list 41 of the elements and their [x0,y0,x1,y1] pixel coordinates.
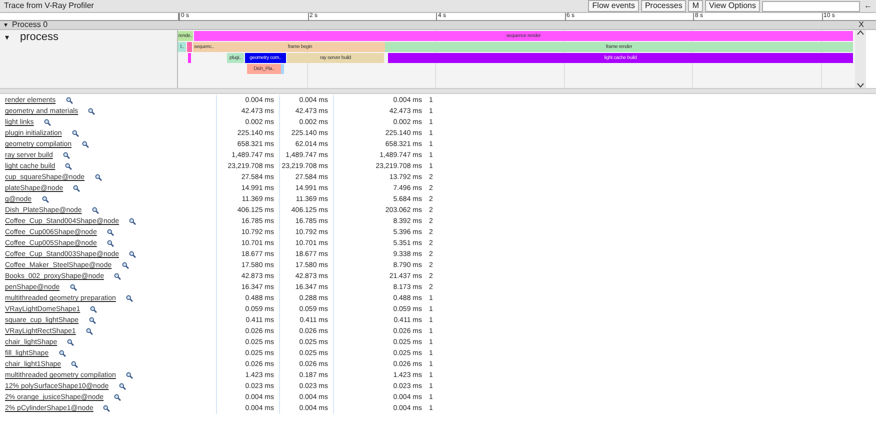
window-title: Trace from V-Ray Profiler [3,2,95,10]
toolbar-button[interactable]: M [688,0,703,12]
search-icon[interactable] [62,152,70,159]
search-icon[interactable] [67,339,74,346]
search-icon[interactable] [114,394,121,401]
toolbar-button[interactable]: View Options [705,0,760,12]
close-button[interactable]: X [858,21,864,29]
search-icon[interactable] [66,97,73,104]
search-icon[interactable] [118,383,126,390]
search-icon[interactable] [126,295,133,302]
toolbar-button[interactable]: Flow events [588,0,639,12]
search-icon[interactable] [72,130,79,137]
process-label: Process 0 [12,21,48,29]
search-icon[interactable] [114,273,121,280]
search-icon[interactable] [86,328,93,335]
search-icon[interactable] [129,218,136,225]
search-icon[interactable] [92,207,99,214]
search-icon[interactable] [88,317,96,324]
search-icon[interactable] [73,185,80,192]
collapse-toggle[interactable]: ▾ [0,32,14,42]
search-icon[interactable] [94,174,102,181]
filter-field[interactable] [762,0,860,12]
search-icon[interactable] [90,306,98,313]
search-icon[interactable] [58,350,66,357]
scrollbar[interactable] [855,30,866,88]
search-icon[interactable] [122,262,129,269]
search-icon[interactable] [103,405,110,412]
toolbar-button[interactable]: Processes [640,0,686,12]
search-icon[interactable] [126,372,133,379]
search-icon[interactable] [65,163,72,170]
back-button[interactable]: ← [860,0,876,12]
search-icon[interactable] [70,284,77,291]
search-icon[interactable] [71,361,78,368]
thread-label: process [19,32,59,43]
search-icon[interactable] [88,108,96,115]
search-icon[interactable] [106,240,114,247]
search-icon[interactable] [129,251,136,258]
search-icon[interactable] [44,119,51,126]
search-icon[interactable] [106,229,114,236]
search-icon[interactable] [82,141,89,148]
search-icon[interactable] [42,196,49,203]
